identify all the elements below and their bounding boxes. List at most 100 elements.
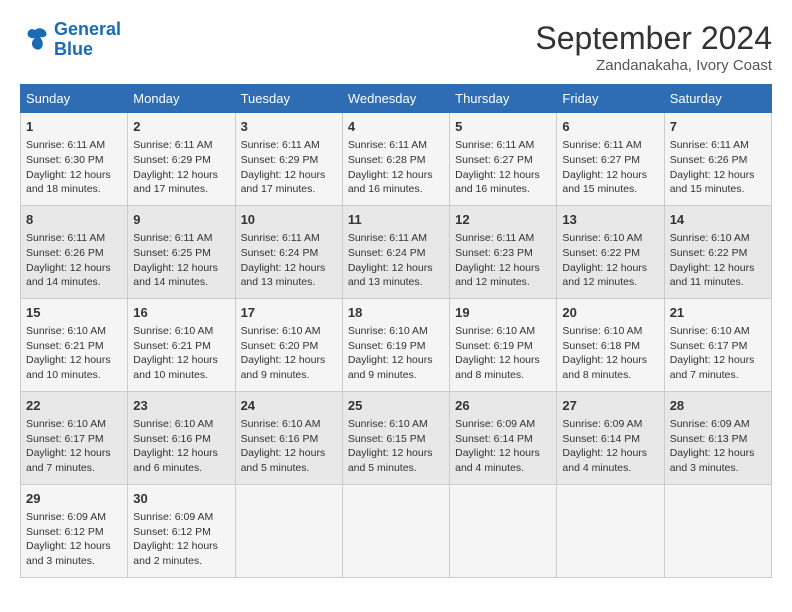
- day-info-line: and 14 minutes.: [26, 275, 122, 290]
- day-info-line: Daylight: 12 hours: [455, 353, 551, 368]
- day-info-line: Sunrise: 6:10 AM: [562, 324, 658, 339]
- day-number: 17: [241, 304, 337, 322]
- day-info-line: and 8 minutes.: [455, 368, 551, 383]
- day-info-line: and 17 minutes.: [133, 182, 229, 197]
- calendar-cell: 6Sunrise: 6:11 AMSunset: 6:27 PMDaylight…: [557, 113, 664, 206]
- calendar-cell: [557, 484, 664, 577]
- calendar-cell: 23Sunrise: 6:10 AMSunset: 6:16 PMDayligh…: [128, 391, 235, 484]
- day-info-line: Sunset: 6:19 PM: [348, 339, 444, 354]
- day-info-line: Sunrise: 6:10 AM: [670, 231, 766, 246]
- day-info-line: and 9 minutes.: [241, 368, 337, 383]
- day-info-line: Daylight: 12 hours: [562, 446, 658, 461]
- day-number: 24: [241, 397, 337, 415]
- day-info-line: and 5 minutes.: [348, 461, 444, 476]
- calendar-week-row: 22Sunrise: 6:10 AMSunset: 6:17 PMDayligh…: [21, 391, 772, 484]
- day-info-line: Sunrise: 6:11 AM: [241, 138, 337, 153]
- day-number: 19: [455, 304, 551, 322]
- day-info-line: and 4 minutes.: [455, 461, 551, 476]
- day-number: 16: [133, 304, 229, 322]
- day-info-line: Sunset: 6:12 PM: [26, 525, 122, 540]
- day-info-line: Daylight: 12 hours: [133, 539, 229, 554]
- day-info-line: and 12 minutes.: [455, 275, 551, 290]
- day-info-line: Sunrise: 6:10 AM: [241, 417, 337, 432]
- day-info-line: Sunset: 6:22 PM: [562, 246, 658, 261]
- day-info-line: Daylight: 12 hours: [241, 446, 337, 461]
- day-number: 5: [455, 118, 551, 136]
- weekday-header: Saturday: [664, 85, 771, 113]
- calendar-cell: 25Sunrise: 6:10 AMSunset: 6:15 PMDayligh…: [342, 391, 449, 484]
- day-info-line: Daylight: 12 hours: [26, 168, 122, 183]
- day-number: 26: [455, 397, 551, 415]
- day-info-line: Daylight: 12 hours: [133, 446, 229, 461]
- day-number: 8: [26, 211, 122, 229]
- day-info-line: Sunset: 6:26 PM: [26, 246, 122, 261]
- day-info-line: and 12 minutes.: [562, 275, 658, 290]
- day-info-line: and 3 minutes.: [670, 461, 766, 476]
- day-info-line: and 10 minutes.: [26, 368, 122, 383]
- day-info-line: Sunrise: 6:09 AM: [455, 417, 551, 432]
- day-number: 6: [562, 118, 658, 136]
- day-number: 15: [26, 304, 122, 322]
- calendar-cell: 17Sunrise: 6:10 AMSunset: 6:20 PMDayligh…: [235, 298, 342, 391]
- day-info-line: and 13 minutes.: [348, 275, 444, 290]
- calendar-cell: 27Sunrise: 6:09 AMSunset: 6:14 PMDayligh…: [557, 391, 664, 484]
- day-info-line: Sunset: 6:24 PM: [348, 246, 444, 261]
- day-info-line: Sunrise: 6:10 AM: [133, 324, 229, 339]
- calendar-cell: 2Sunrise: 6:11 AMSunset: 6:29 PMDaylight…: [128, 113, 235, 206]
- calendar-cell: 19Sunrise: 6:10 AMSunset: 6:19 PMDayligh…: [450, 298, 557, 391]
- day-info-line: Daylight: 12 hours: [670, 261, 766, 276]
- day-info-line: Daylight: 12 hours: [562, 261, 658, 276]
- day-info-line: and 9 minutes.: [348, 368, 444, 383]
- month-title: September 2024: [535, 20, 772, 57]
- day-info-line: Sunrise: 6:10 AM: [670, 324, 766, 339]
- calendar-cell: 14Sunrise: 6:10 AMSunset: 6:22 PMDayligh…: [664, 205, 771, 298]
- day-info-line: and 3 minutes.: [26, 554, 122, 569]
- day-number: 27: [562, 397, 658, 415]
- title-block: September 2024 Zandanakaha, Ivory Coast: [535, 20, 772, 74]
- day-info-line: Sunset: 6:17 PM: [26, 432, 122, 447]
- day-info-line: Sunset: 6:30 PM: [26, 153, 122, 168]
- day-number: 4: [348, 118, 444, 136]
- day-number: 29: [26, 490, 122, 508]
- day-info-line: Daylight: 12 hours: [133, 168, 229, 183]
- day-info-line: and 15 minutes.: [562, 182, 658, 197]
- calendar-cell: 18Sunrise: 6:10 AMSunset: 6:19 PMDayligh…: [342, 298, 449, 391]
- calendar-table: SundayMondayTuesdayWednesdayThursdayFrid…: [20, 84, 772, 578]
- calendar-week-row: 29Sunrise: 6:09 AMSunset: 6:12 PMDayligh…: [21, 484, 772, 577]
- day-info-line: Sunset: 6:17 PM: [670, 339, 766, 354]
- day-info-line: Sunrise: 6:10 AM: [562, 231, 658, 246]
- day-number: 18: [348, 304, 444, 322]
- calendar-cell: 24 Sunrise: 6:10 AMSunset: 6:16 PMDayligh…: [235, 391, 342, 484]
- day-info-line: Daylight: 12 hours: [26, 261, 122, 276]
- day-info-line: Daylight: 12 hours: [26, 539, 122, 554]
- day-info-line: Sunset: 6:23 PM: [455, 246, 551, 261]
- day-number: 2: [133, 118, 229, 136]
- day-info-line: Daylight: 12 hours: [26, 446, 122, 461]
- day-info-line: Sunrise: 6:09 AM: [26, 510, 122, 525]
- day-info-line: Sunrise: 6:10 AM: [133, 417, 229, 432]
- day-info-line: Sunrise: 6:10 AM: [26, 324, 122, 339]
- day-info-line: Daylight: 12 hours: [133, 261, 229, 276]
- calendar-cell: 8Sunrise: 6:11 AMSunset: 6:26 PMDaylight…: [21, 205, 128, 298]
- day-info-line: Sunrise: 6:11 AM: [133, 231, 229, 246]
- day-info-line: Sunrise: 6:09 AM: [133, 510, 229, 525]
- calendar-cell: 12Sunrise: 6:11 AMSunset: 6:23 PMDayligh…: [450, 205, 557, 298]
- calendar-cell: 5Sunrise: 6:11 AMSunset: 6:27 PMDaylight…: [450, 113, 557, 206]
- location-subtitle: Zandanakaha, Ivory Coast: [535, 57, 772, 74]
- calendar-cell: 30Sunrise: 6:09 AMSunset: 6:12 PMDayligh…: [128, 484, 235, 577]
- calendar-cell: 9Sunrise: 6:11 AMSunset: 6:25 PMDaylight…: [128, 205, 235, 298]
- day-number: 20: [562, 304, 658, 322]
- calendar-week-row: 1Sunrise: 6:11 AMSunset: 6:30 PMDaylight…: [21, 113, 772, 206]
- day-info-line: Sunset: 6:27 PM: [455, 153, 551, 168]
- day-info-line: Sunrise: 6:11 AM: [241, 231, 337, 246]
- day-info-line: Sunset: 6:28 PM: [348, 153, 444, 168]
- day-info-line: Daylight: 12 hours: [241, 168, 337, 183]
- day-info-line: Sunset: 6:16 PM: [133, 432, 229, 447]
- calendar-cell: [235, 484, 342, 577]
- calendar-cell: [664, 484, 771, 577]
- day-info-line: Sunrise: 6:10 AM: [348, 324, 444, 339]
- day-info-line: and 11 minutes.: [670, 275, 766, 290]
- calendar-cell: 29 Sunrise: 6:09 AMSunset: 6:12 PMDayligh…: [21, 484, 128, 577]
- day-info-line: Sunset: 6:16 PM: [241, 432, 337, 447]
- day-number: 11: [348, 211, 444, 229]
